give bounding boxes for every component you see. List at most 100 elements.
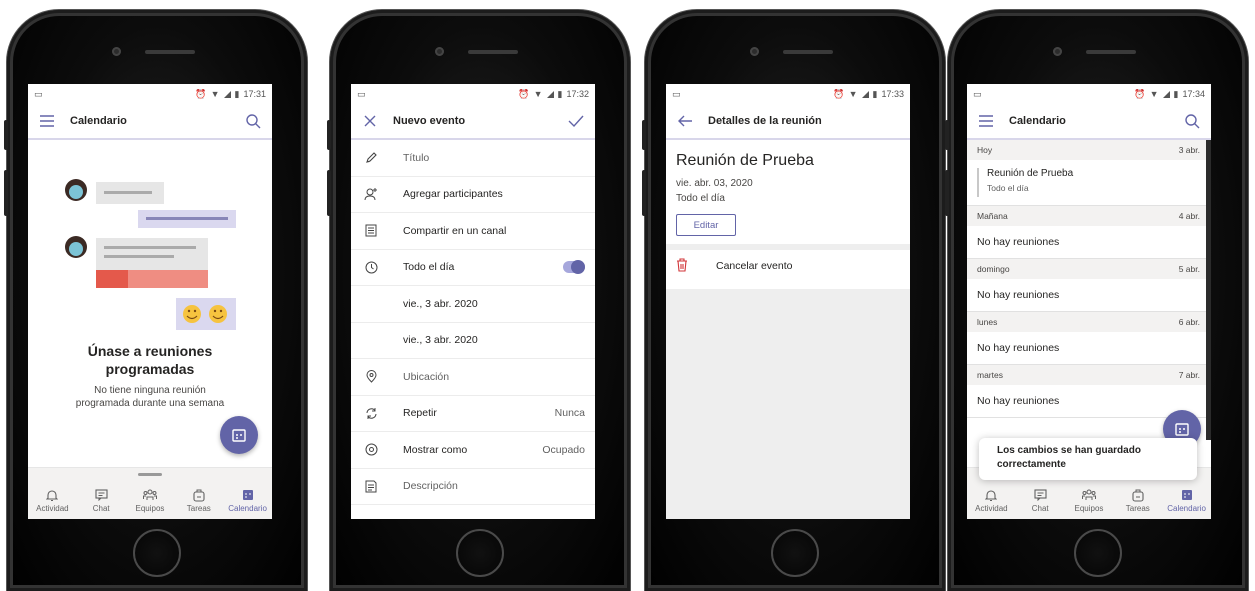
add-participants-field[interactable]: Agregar participantes bbox=[351, 177, 595, 213]
speaker-grille bbox=[145, 50, 195, 54]
status-bar: ▭ ⏰ ▼ ▮ 17:33 bbox=[666, 84, 910, 104]
location-field[interactable]: Ubicación bbox=[351, 359, 595, 396]
battery-icon: ▮ bbox=[872, 88, 878, 99]
all-day-field[interactable]: Todo el día bbox=[351, 250, 595, 286]
start-date-field[interactable]: vie., 3 abr. 2020 bbox=[351, 286, 595, 323]
signal-icon bbox=[546, 90, 554, 98]
tab-calendar[interactable]: Calendario bbox=[224, 488, 272, 513]
field-label: Mostrar como bbox=[403, 443, 468, 456]
battery-icon: ▮ bbox=[1173, 88, 1179, 99]
home-button[interactable] bbox=[133, 529, 181, 577]
signal-icon bbox=[223, 90, 231, 98]
meeting-card[interactable]: Reunión de Prueba Todo el día bbox=[967, 160, 1206, 206]
battery-icon: ▮ bbox=[234, 88, 240, 99]
meeting-date: vie. abr. 03, 2020 bbox=[676, 178, 753, 189]
gallery-notification-icon: ▭ bbox=[357, 88, 366, 99]
tab-label: Actividad bbox=[975, 504, 1008, 513]
field-value: Nunca bbox=[554, 407, 585, 420]
empty-state-subtitle: No tiene ninguna reunión programada dura… bbox=[75, 385, 225, 409]
front-camera bbox=[1053, 47, 1062, 56]
tab-teams[interactable]: Equipos bbox=[126, 488, 174, 513]
tab-label: Tareas bbox=[1125, 504, 1150, 513]
checkmark-icon[interactable] bbox=[567, 112, 585, 130]
hamburger-menu-icon[interactable] bbox=[38, 112, 56, 130]
cancel-event-label: Cancelar evento bbox=[716, 260, 793, 272]
tab-teams[interactable]: Equipos bbox=[1065, 488, 1113, 513]
day-header: domingo 5 abr. bbox=[967, 259, 1206, 279]
wifi-icon: ▼ bbox=[210, 89, 220, 99]
front-camera bbox=[750, 47, 759, 56]
speaker-grille bbox=[468, 50, 518, 54]
all-day-toggle[interactable] bbox=[563, 260, 585, 275]
meeting-title: Reunión de Prueba bbox=[676, 152, 814, 169]
description-field[interactable]: Descripción bbox=[351, 469, 595, 505]
show-as-field[interactable]: Mostrar como Ocupado bbox=[351, 432, 595, 469]
edit-button[interactable]: Editar bbox=[676, 214, 736, 236]
phone-frame-1: ▭ ⏰ ▼ ▮ 17:31 Calendario Únase a reunion… bbox=[4, 10, 307, 591]
day-header: Mañana 4 abr. bbox=[967, 206, 1206, 226]
tab-activity[interactable]: Actividad bbox=[967, 488, 1015, 513]
tasks-icon bbox=[1131, 488, 1145, 502]
meeting-subtitle: Todo el día bbox=[987, 183, 1029, 193]
alarm-icon: ⏰ bbox=[195, 88, 207, 99]
meeting-title: Reunión de Prueba bbox=[987, 168, 1074, 179]
page-title: Calendario bbox=[1009, 115, 1066, 127]
day-name: Mañana bbox=[977, 211, 1008, 221]
home-button[interactable] bbox=[456, 529, 504, 577]
status-bar: ▭ ⏰ ▼ ▮ 17:32 bbox=[351, 84, 595, 104]
calendar-add-icon bbox=[1175, 423, 1189, 436]
tab-tasks[interactable]: Tareas bbox=[175, 488, 223, 513]
cancel-event-button[interactable]: Cancelar evento bbox=[666, 250, 910, 282]
status-time: 17:31 bbox=[243, 89, 266, 99]
search-icon[interactable] bbox=[1183, 112, 1201, 130]
field-label: Título bbox=[403, 151, 430, 164]
field-label: Agregar participantes bbox=[403, 188, 503, 201]
field-label: Descripción bbox=[403, 480, 458, 493]
end-date-field[interactable]: vie., 3 abr. 2020 bbox=[351, 323, 595, 359]
home-button[interactable] bbox=[1074, 529, 1122, 577]
app-header: Nuevo evento bbox=[351, 104, 595, 140]
front-camera bbox=[112, 47, 121, 56]
no-meetings-row: No hay reuniones bbox=[967, 332, 1206, 365]
tab-label: Actividad bbox=[36, 504, 69, 513]
day-header: lunes 6 abr. bbox=[967, 312, 1206, 332]
description-icon bbox=[361, 480, 381, 493]
tab-chat[interactable]: Chat bbox=[1016, 488, 1064, 513]
hamburger-menu-icon[interactable] bbox=[977, 112, 995, 130]
signal-icon bbox=[1162, 90, 1170, 98]
tab-activity[interactable]: Actividad bbox=[28, 488, 76, 513]
close-icon[interactable] bbox=[361, 112, 379, 130]
day-date: 5 abr. bbox=[1178, 264, 1200, 274]
chat-icon bbox=[1033, 488, 1047, 502]
wifi-icon: ▼ bbox=[533, 89, 543, 99]
tab-label: Equipos bbox=[135, 504, 165, 513]
meeting-duration: Todo el día bbox=[676, 193, 725, 204]
search-icon[interactable] bbox=[244, 112, 262, 130]
share-channel-field[interactable]: Compartir en un canal bbox=[351, 213, 595, 250]
day-name: Hoy bbox=[977, 145, 993, 155]
drag-handle[interactable] bbox=[138, 473, 162, 476]
new-meeting-fab[interactable] bbox=[220, 416, 258, 454]
status-time: 17:32 bbox=[566, 89, 589, 99]
bell-icon bbox=[984, 488, 998, 502]
tab-calendar[interactable]: Calendario bbox=[1163, 488, 1211, 513]
phone-frame-3: ▭ ⏰ ▼ ▮ 17:33 Detalles de la reunión Reu… bbox=[642, 10, 945, 591]
no-meetings-row: No hay reuniones bbox=[967, 279, 1206, 312]
signal-icon bbox=[861, 90, 869, 98]
tab-tasks[interactable]: Tareas bbox=[1114, 488, 1162, 513]
field-label: Ubicación bbox=[403, 370, 450, 383]
alarm-icon: ⏰ bbox=[518, 88, 530, 99]
home-button[interactable] bbox=[771, 529, 819, 577]
front-camera bbox=[435, 47, 444, 56]
day-date: 7 abr. bbox=[1178, 370, 1200, 380]
scrollbar[interactable] bbox=[1206, 140, 1211, 440]
page-title: Calendario bbox=[70, 115, 127, 127]
wifi-icon: ▼ bbox=[848, 89, 858, 99]
repeat-field[interactable]: Repetir Nunca bbox=[351, 396, 595, 432]
tab-label: Calendario bbox=[228, 504, 267, 513]
tab-chat[interactable]: Chat bbox=[77, 488, 125, 513]
back-arrow-icon[interactable] bbox=[676, 112, 694, 130]
status-time: 17:34 bbox=[1182, 89, 1205, 99]
tab-label: Chat bbox=[1031, 504, 1049, 513]
title-field[interactable]: Título bbox=[351, 140, 595, 177]
